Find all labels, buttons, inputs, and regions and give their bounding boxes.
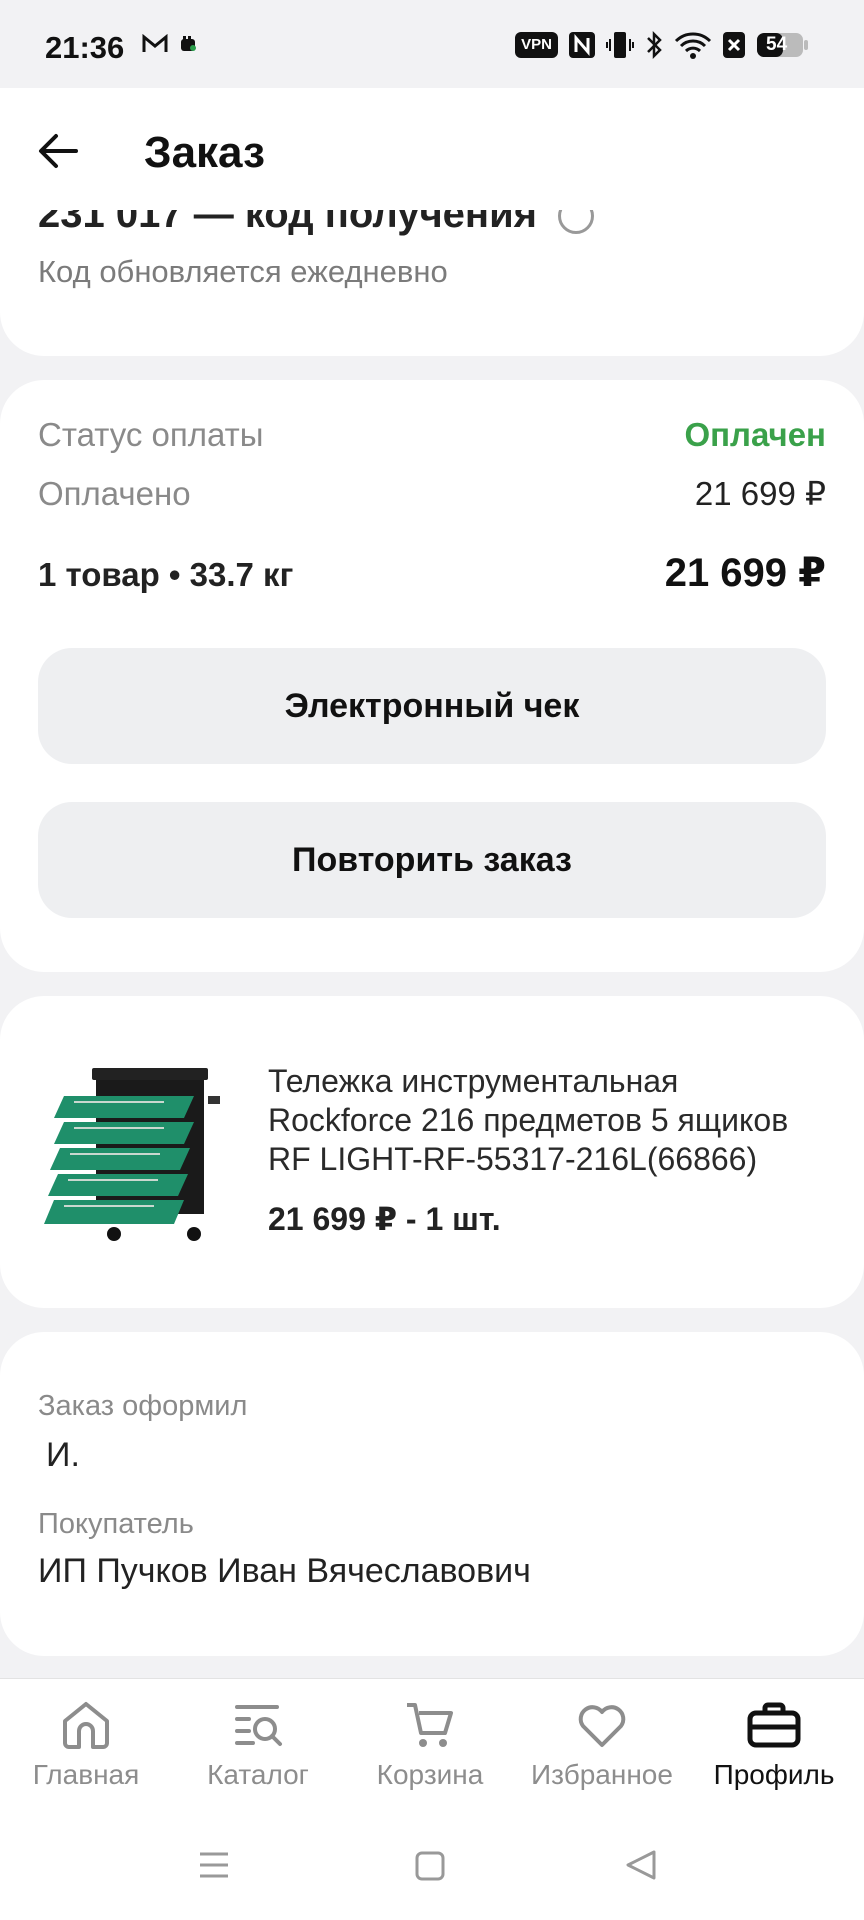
status-time: 21:36: [45, 30, 125, 65]
payment-card: Статус оплаты Оплачен Оплачено 21 699 ₽ …: [0, 380, 864, 972]
nfc-icon: [568, 31, 596, 59]
nav-cart[interactable]: Корзина: [344, 1697, 516, 1791]
product-name[interactable]: Тележка инструментальная Rockforce 216 п…: [268, 1062, 828, 1179]
buyer-label: Покупатель: [38, 1508, 194, 1540]
home-icon: [0, 1697, 172, 1753]
status-bar: 21:36 VPN 54: [0, 0, 864, 88]
repeat-order-button[interactable]: Повторить заказ: [38, 802, 826, 918]
pickup-code-note: Код обновляется ежедневно: [38, 254, 448, 289]
arrow-left-icon: [39, 134, 78, 168]
system-navigation-bar: [0, 1808, 864, 1920]
order-summary: 1 товар • 33.7 кг: [38, 556, 294, 593]
order-summary-row: 1 товар • 33.7 кг 21 699 ₽: [38, 550, 826, 596]
nav-catalog[interactable]: Каталог: [172, 1697, 344, 1791]
product-price-qty: 21 699 ₽ - 1 шт.: [268, 1201, 501, 1237]
no-sim-icon: [722, 31, 746, 59]
home-square-icon[interactable]: [414, 1850, 446, 1887]
nav-profile[interactable]: Профиль: [688, 1697, 860, 1791]
battery-level: 54: [766, 34, 788, 55]
nav-home[interactable]: Главная: [0, 1697, 172, 1791]
paid-label: Оплачено: [38, 475, 191, 512]
paid-value: 21 699 ₽: [694, 475, 826, 512]
catalog-search-icon: [172, 1697, 344, 1753]
nav-favorites[interactable]: Избранное: [516, 1697, 688, 1791]
product-image[interactable]: [44, 1056, 228, 1244]
ordered-by-value: И.: [46, 1436, 80, 1474]
wifi-icon: [674, 31, 712, 59]
payment-status-label: Статус оплаты: [38, 416, 264, 453]
bluetooth-icon: [644, 30, 664, 60]
payment-status-value: Оплачен: [684, 416, 826, 453]
recents-menu-icon[interactable]: [198, 1850, 230, 1885]
app-bar: Заказ: [0, 88, 864, 210]
vibrate-icon: [606, 30, 634, 60]
cart-icon: [344, 1697, 516, 1753]
briefcase-icon: [688, 1697, 860, 1753]
order-total: 21 699 ₽: [664, 551, 826, 595]
gmail-icon: [142, 34, 168, 54]
paid-row: Оплачено 21 699 ₽: [38, 474, 826, 513]
product-card[interactable]: Тележка инструментальная Rockforce 216 п…: [0, 996, 864, 1308]
buyer-value: ИП Пучков Иван Вячеславович: [38, 1552, 531, 1590]
bottom-navigation: Главная Каталог Корзина Избранное Профил…: [0, 1678, 864, 1809]
heart-icon: [516, 1697, 688, 1753]
payment-status-row: Статус оплаты Оплачен: [38, 416, 826, 454]
ordered-by-label: Заказ оформил: [38, 1390, 248, 1422]
customer-card: Заказ оформил И. Покупатель ИП Пучков Ив…: [0, 1332, 864, 1656]
battery-icon: 54: [756, 31, 810, 59]
vpn-icon: VPN: [515, 32, 558, 58]
app-notification-icon: [178, 34, 198, 54]
back-triangle-icon[interactable]: [624, 1848, 658, 1887]
electronic-receipt-button[interactable]: Электронный чек: [38, 648, 826, 764]
back-button[interactable]: [34, 126, 84, 176]
page-title: Заказ: [144, 128, 265, 177]
